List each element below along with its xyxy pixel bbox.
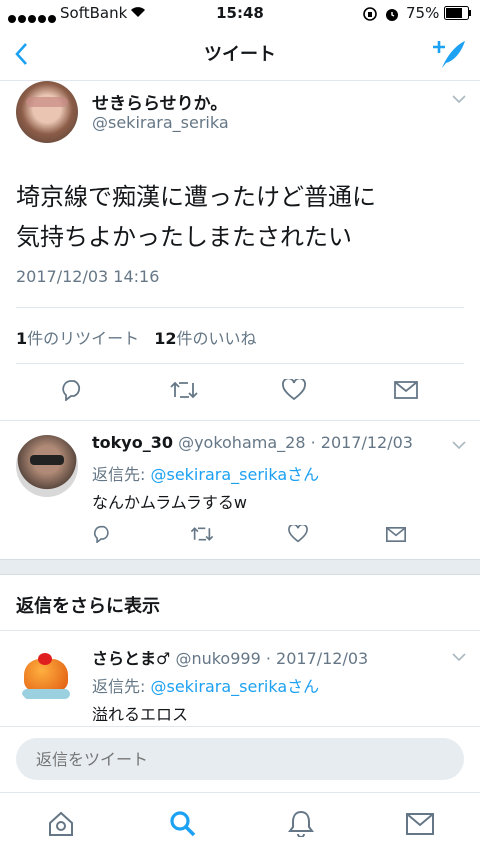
direct-message-icon[interactable] [394, 381, 418, 399]
tweet-author-handle[interactable]: @sekirara_serika [92, 113, 229, 132]
reply-text: なんかムラムラするw [92, 493, 248, 512]
divider [16, 363, 464, 364]
home-tab-icon[interactable] [48, 811, 74, 837]
retweet-icon[interactable] [170, 379, 198, 401]
avatar[interactable] [16, 645, 78, 707]
retweet-icon[interactable] [190, 525, 214, 543]
battery-percent: 75% [406, 4, 440, 22]
replying-to: 返信先: @sekirara_serikaさん [92, 673, 319, 697]
tweet-text-line-1: 埼京線で痴漢に遭ったけど普通に [16, 183, 376, 211]
reply-header: tokyo_30 @yokohama_28 · 2017/12/03 [92, 433, 413, 452]
divider [16, 307, 464, 308]
more-replies-heading[interactable]: 返信をさらに表示 [16, 592, 160, 618]
reply-handle-date[interactable]: @nuko999 · 2017/12/03 [175, 649, 368, 668]
reply-handle-date[interactable]: @yokohama_28 · 2017/12/03 [178, 433, 413, 452]
page-title: ツイート [204, 44, 276, 65]
replying-to-link[interactable]: @sekirara_serikaさん [150, 677, 319, 696]
replying-to-link[interactable]: @sekirara_serikaさん [150, 465, 319, 484]
tweet-menu-chevron-icon[interactable] [452, 95, 466, 103]
reply-author-name[interactable]: さらとま♂ [92, 649, 170, 668]
compose-tweet-button[interactable] [432, 38, 466, 70]
main-tweet: せきららせりか。 @sekirara_serika 埼京線で痴漢に遭ったけど普通… [0, 81, 480, 421]
bottom-tab-bar [0, 792, 480, 855]
tweet-timestamp: 2017/12/03 14:16 [16, 267, 160, 286]
notifications-tab-icon[interactable] [288, 809, 314, 837]
orientation-lock-icon [362, 6, 378, 22]
replying-to-label: 返信先: [92, 465, 151, 484]
tweet-text-line-2: 気持ちよかったしまたされたい [16, 223, 352, 251]
like-icon[interactable] [282, 379, 306, 401]
alarm-icon [384, 6, 400, 22]
reply-author-name[interactable]: tokyo_30 [92, 433, 173, 452]
status-bar: SoftBank 15:48 75% [0, 0, 480, 28]
navigation-bar: ツイート [0, 28, 480, 81]
avatar[interactable] [16, 81, 78, 143]
avatar[interactable] [16, 435, 78, 497]
reply-icon[interactable] [92, 525, 112, 543]
direct-message-icon[interactable] [386, 527, 406, 542]
retweet-count[interactable]: 1 [16, 329, 27, 348]
battery-icon [444, 6, 472, 20]
reply-menu-chevron-icon[interactable] [452, 653, 466, 661]
like-count-label[interactable]: 件のいいね [177, 329, 257, 348]
section-separator [0, 559, 480, 575]
like-count[interactable]: 12 [154, 329, 176, 348]
replying-to: 返信先: @sekirara_serikaさん [92, 461, 319, 485]
reply-tweet[interactable]: さらとま♂ @nuko999 · 2017/12/03 返信先: @sekira… [0, 631, 480, 725]
like-icon[interactable] [288, 525, 308, 543]
search-tab-icon[interactable] [168, 809, 196, 837]
tweet-author-name[interactable]: せきららせりか。 [92, 89, 227, 114]
reply-header: さらとま♂ @nuko999 · 2017/12/03 [92, 645, 368, 669]
reply-tweet-input[interactable] [16, 738, 464, 780]
retweet-count-label[interactable]: 件のリツイート [27, 329, 139, 348]
tweet-stats: 1件のリツイート 12件のいいね [16, 325, 257, 349]
reply-tweet[interactable]: tokyo_30 @yokohama_28 · 2017/12/03 返信先: … [0, 421, 480, 559]
messages-tab-icon[interactable] [406, 813, 434, 835]
reply-menu-chevron-icon[interactable] [452, 441, 466, 449]
reply-icon[interactable] [60, 379, 84, 401]
reply-text: 溢れるエロス [92, 705, 189, 724]
replying-to-label: 返信先: [92, 677, 151, 696]
